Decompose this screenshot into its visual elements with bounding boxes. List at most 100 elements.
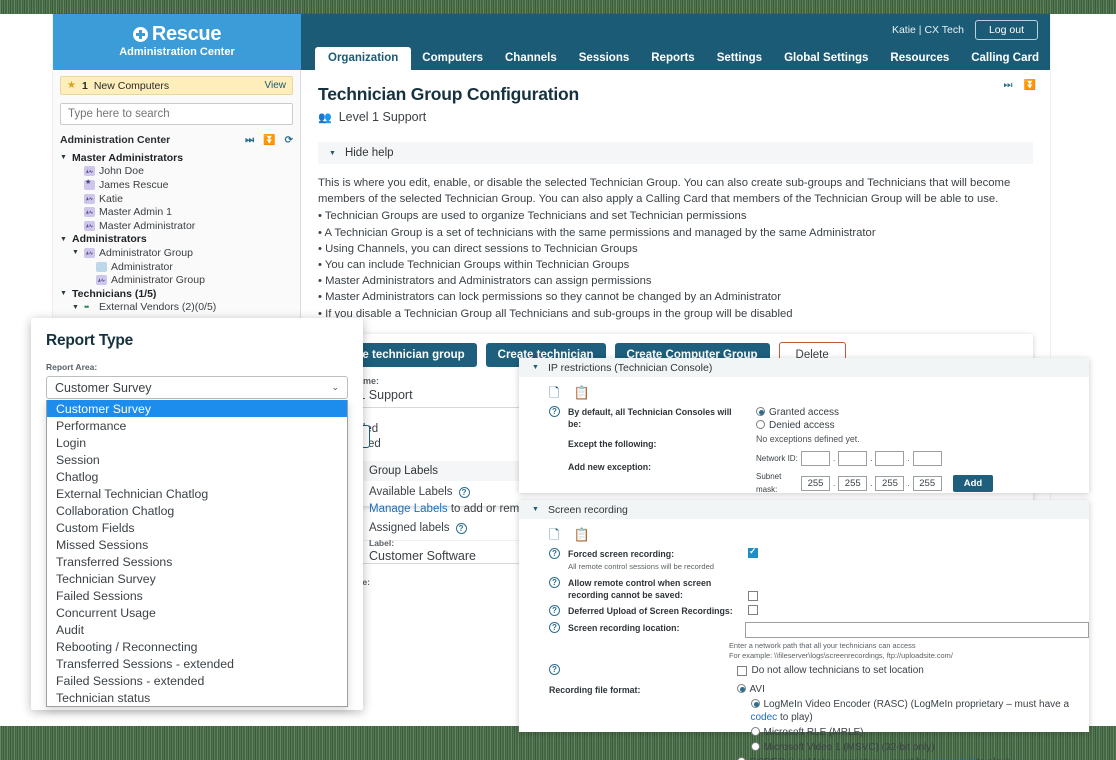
ip-granted-radio[interactable]: Granted access	[756, 406, 993, 419]
network-id-octet-1[interactable]	[801, 451, 830, 466]
tree-item[interactable]: Administrator Group	[60, 273, 293, 287]
ip-denied-radio[interactable]: Denied access	[756, 419, 993, 432]
report-area-option-list[interactable]: Customer SurveyPerformanceLoginSessionCh…	[46, 400, 348, 707]
help-icon[interactable]: ?	[459, 487, 470, 498]
organization-tree[interactable]: ▼Master AdministratorsJohn DoeJames Resc…	[60, 151, 293, 314]
label-field-value[interactable]: Customer Software	[369, 549, 476, 563]
report-area-option[interactable]: Transferred Sessions	[47, 553, 347, 570]
help-icon[interactable]: ?	[549, 664, 560, 675]
report-area-select[interactable]: Customer Survey ⌄	[46, 376, 348, 399]
ip-copy-paste-row[interactable]: 🗋 📋	[519, 377, 1089, 399]
copy-icon[interactable]: 🗋	[549, 386, 559, 399]
subnet-octet-2[interactable]: 255	[838, 476, 867, 491]
allow-remote-control-checkbox[interactable]	[748, 591, 758, 601]
tab-global-settings[interactable]: Global Settings	[773, 47, 879, 70]
tree-item[interactable]: Administrator	[60, 260, 293, 274]
expand-icon[interactable]: ⏭	[1004, 80, 1013, 91]
paste-icon[interactable]: 📋	[573, 386, 589, 399]
add-exception-button[interactable]: Add	[953, 475, 993, 492]
report-area-option[interactable]: Performance	[47, 417, 347, 434]
help-icon[interactable]: ?	[549, 577, 560, 588]
report-area-option[interactable]: Session	[47, 451, 347, 468]
screen-recording-header[interactable]: ▼ Screen recording	[519, 500, 1089, 519]
tree-item[interactable]: John Doe	[60, 165, 293, 179]
report-area-option[interactable]: Audit	[47, 621, 347, 638]
network-id-octet-3[interactable]	[875, 451, 904, 466]
report-area-option[interactable]: Technician status	[47, 689, 347, 706]
help-icon[interactable]: ?	[549, 605, 560, 616]
forced-recording-checkbox[interactable]	[748, 548, 758, 558]
format-rcrec-option[interactable]: RCREC (LogMeIn proprietary – must be con…	[737, 756, 1090, 760]
subnet-octet-1[interactable]: 255	[801, 476, 830, 491]
subnet-octet-3[interactable]: 255	[875, 476, 904, 491]
tree-item[interactable]: ▼Administrators	[60, 233, 293, 247]
format-rasc-option[interactable]: LogMeIn Video Encoder (RASC) (LogMeIn pr…	[737, 698, 1090, 724]
help-icon[interactable]: ?	[549, 622, 560, 633]
ip-restrictions-header[interactable]: ▼ IP restrictions (Technician Console)	[519, 358, 1089, 377]
tree-item[interactable]: Katie	[60, 192, 293, 206]
expand-all-icon[interactable]: ⏭	[245, 135, 254, 146]
copy-icon[interactable]: 🗋	[549, 528, 559, 541]
tree-item[interactable]: Master Administrator	[60, 219, 293, 233]
caret-down-icon[interactable]: ▼	[60, 290, 68, 297]
tree-item[interactable]: ▼Master Administrators	[60, 151, 293, 165]
recording-location-input[interactable]	[745, 622, 1089, 638]
collapse-icon[interactable]: ⏬	[1024, 80, 1036, 91]
tree-item[interactable]: ▼Administrator Group	[60, 246, 293, 260]
tab-organization[interactable]: Organization	[315, 47, 411, 70]
tab-sessions[interactable]: Sessions	[568, 47, 641, 70]
tab-settings[interactable]: Settings	[706, 47, 773, 70]
tree-item[interactable]: ▼••External Vendors (2)(0/5)	[60, 301, 293, 315]
new-computers-view-link[interactable]: View	[265, 80, 287, 91]
report-area-option[interactable]: Technician Survey	[47, 570, 347, 587]
caret-down-icon[interactable]: ▼	[72, 249, 80, 256]
help-icon[interactable]: ?	[456, 523, 467, 534]
hide-help-toggle[interactable]: ▼ Hide help	[318, 142, 1033, 164]
report-area-option[interactable]: Customer Survey	[47, 400, 347, 417]
format-msvc-option[interactable]: Microsoft Video 1 (MSVC) (32-bit only)	[737, 741, 1090, 754]
tree-item[interactable]: ▼Technicians (1/5)	[60, 287, 293, 301]
tab-resources[interactable]: Resources	[879, 47, 960, 70]
subnet-octet-4[interactable]: 255	[913, 476, 942, 491]
help-icon[interactable]: ?	[549, 548, 560, 559]
report-area-option[interactable]: External Technician Chatlog	[47, 485, 347, 502]
help-icon[interactable]: ?	[549, 406, 560, 417]
caret-down-icon[interactable]: ▼	[72, 304, 80, 311]
format-avi-option[interactable]: AVI	[737, 683, 1090, 696]
caret-down-icon[interactable]: ▼	[60, 154, 68, 161]
network-id-octet-2[interactable]	[838, 451, 867, 466]
tree-item[interactable]: Master Admin 1	[60, 205, 293, 219]
paste-icon[interactable]: 📋	[573, 528, 589, 541]
tab-computers[interactable]: Computers	[411, 47, 494, 70]
report-area-option[interactable]: Failed Sessions	[47, 587, 347, 604]
report-area-option[interactable]: Concurrent Usage	[47, 604, 347, 621]
tab-reports[interactable]: Reports	[640, 47, 705, 70]
no-location-checkbox[interactable]	[737, 666, 747, 676]
tab-calling-card[interactable]: Calling Card	[960, 47, 1050, 70]
codec-link[interactable]: codec	[751, 712, 778, 723]
tab-account[interactable]: Account	[1050, 47, 1116, 70]
main-tab-bar[interactable]: OrganizationComputersChannelsSessionsRep…	[301, 46, 1116, 70]
new-computers-banner[interactable]: ★ 1 New Computers View	[60, 76, 293, 95]
format-mrle-option[interactable]: Microsoft RLE (MRLE)	[737, 726, 1090, 739]
refresh-icon[interactable]: ⟳	[285, 135, 293, 146]
deferred-upload-checkbox[interactable]	[748, 605, 758, 615]
report-area-option[interactable]: Login	[47, 434, 347, 451]
tab-channels[interactable]: Channels	[494, 47, 568, 70]
recording-copy-paste-row[interactable]: 🗋 📋	[519, 519, 1089, 541]
network-id-octet-4[interactable]	[913, 451, 942, 466]
pane-tool-icons[interactable]: ⏭ ⏬	[1004, 80, 1036, 91]
no-location-option[interactable]: Do not allow technicians to set location	[737, 664, 1090, 677]
report-area-option[interactable]: Collaboration Chatlog	[47, 502, 347, 519]
tree-item[interactable]: James Rescue	[60, 178, 293, 192]
report-area-option[interactable]: Chatlog	[47, 468, 347, 485]
logout-button[interactable]: Log out	[975, 20, 1038, 40]
manage-labels-link[interactable]: Manage Labels	[369, 503, 448, 515]
search-input[interactable]	[60, 103, 293, 125]
report-area-option[interactable]: Missed Sessions	[47, 536, 347, 553]
report-area-option[interactable]: Rebooting / Reconnecting	[47, 638, 347, 655]
caret-down-icon[interactable]: ▼	[60, 236, 68, 243]
report-area-option[interactable]: Custom Fields	[47, 519, 347, 536]
report-area-option[interactable]: Transferred Sessions - extended	[47, 655, 347, 672]
report-area-option[interactable]: Failed Sessions - extended	[47, 672, 347, 689]
